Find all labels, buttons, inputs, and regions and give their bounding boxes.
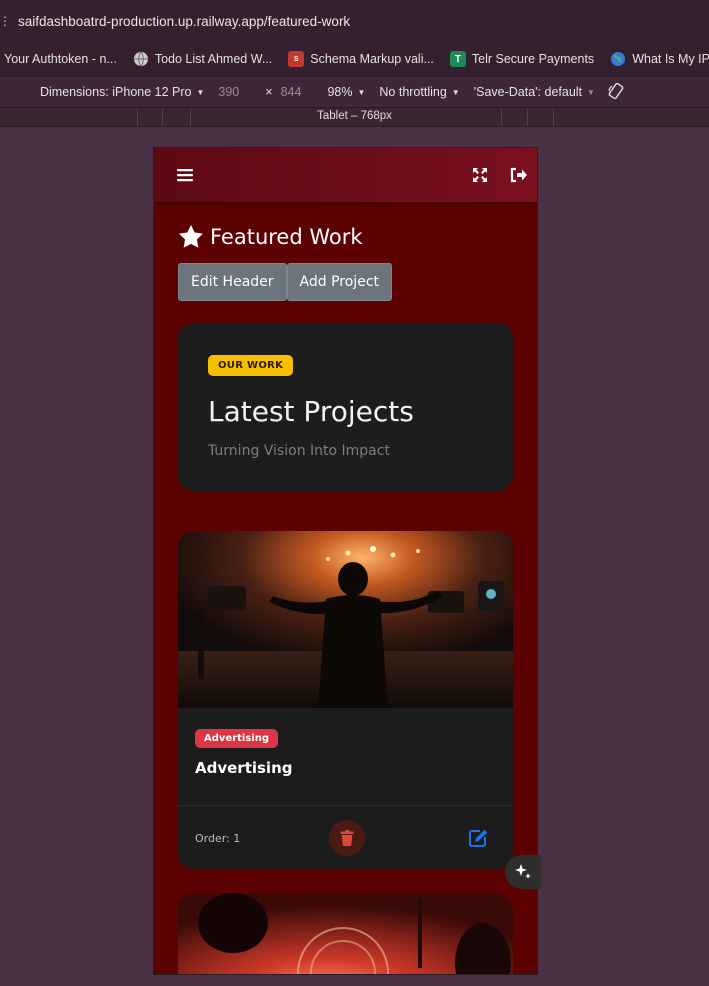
bookmark-label: What Is My IP Add [632, 52, 709, 66]
header-actions: Edit Header Add Project [178, 263, 393, 301]
bookmark-label: Todo List Ahmed W... [154, 52, 273, 66]
fullscreen-icon[interactable] [467, 162, 493, 188]
project-card: Advertising Advertising Order: 1 [178, 531, 513, 869]
zoom-label: 98% [327, 85, 353, 99]
site-info-icon[interactable]: ⋮ [0, 0, 11, 42]
dimension-times: × [265, 85, 273, 99]
bookmark-item[interactable]: What Is My IP Add [606, 51, 709, 67]
hero-subtitle: Turning Vision Into Impact [208, 443, 390, 459]
edit-header-button[interactable]: Edit Header [178, 263, 287, 301]
width-input[interactable]: 390 [218, 85, 239, 99]
hero-card: OUR WORK Latest Projects Turning Vision … [178, 323, 513, 491]
bookmark-item[interactable]: T Telr Secure Payments [446, 51, 606, 67]
project-image [178, 531, 513, 708]
star-icon [179, 224, 203, 248]
bookmark-item[interactable]: Your Authtoken - n... [0, 52, 129, 66]
page-title: Featured Work [178, 224, 363, 249]
ai-assistant-button[interactable] [505, 855, 541, 889]
bookmark-label: Schema Markup vali... [310, 52, 434, 66]
throttle-label: No throttling [379, 85, 447, 99]
bookmark-label: Telr Secure Payments [471, 52, 595, 66]
menu-icon[interactable] [172, 162, 198, 188]
hero-badge: OUR WORK [208, 355, 294, 376]
add-project-button[interactable]: Add Project [286, 263, 393, 301]
caret-down-icon: ▼ [196, 87, 205, 97]
category-badge: Advertising [195, 729, 278, 748]
globe-color-icon [610, 51, 626, 67]
ruler-label: Tablet – 768px [317, 110, 392, 122]
caret-down-icon: ▼ [451, 87, 460, 97]
device-select[interactable]: Dimensions: iPhone 12 Pro ▼ [40, 85, 204, 99]
schema-icon: S [288, 51, 305, 67]
project-order: Order: 1 [195, 832, 241, 845]
bookmark-item[interactable]: Todo List Ahmed W... [129, 51, 284, 67]
telr-icon: T [449, 51, 466, 67]
sparkle-icon [515, 864, 531, 879]
device-toolbar: Dimensions: iPhone 12 Pro ▼ 390 × 844 98… [0, 77, 709, 108]
height-input[interactable]: 844 [281, 85, 302, 99]
delete-button[interactable] [329, 820, 365, 856]
device-select-label: Dimensions: iPhone 12 Pro [40, 85, 192, 99]
save-data-label: 'Save-Data': default [473, 85, 583, 99]
save-data-select[interactable]: 'Save-Data': default ▼ [474, 85, 595, 99]
throttle-select[interactable]: No throttling ▼ [379, 85, 459, 99]
caret-down-icon: ▼ [357, 87, 366, 97]
url-text[interactable]: saifdashboatrd-production.up.railway.app… [18, 14, 350, 29]
project-image [178, 893, 513, 974]
logout-icon[interactable] [506, 162, 532, 188]
caret-down-icon: ▼ [587, 87, 595, 97]
browser-url-bar[interactable]: ⋮ saifdashboatrd-production.up.railway.a… [0, 0, 709, 43]
rotate-icon[interactable] [607, 82, 625, 103]
edit-button[interactable] [467, 827, 489, 849]
edit-icon [468, 829, 487, 847]
project-card [178, 893, 513, 974]
globe-icon [133, 51, 149, 67]
trash-icon [340, 830, 354, 846]
project-title: Advertising [195, 759, 293, 777]
app-topbar [154, 148, 537, 202]
device-viewport: Featured Work Edit Header Add Project OU… [153, 147, 538, 975]
hero-title: Latest Projects [208, 395, 414, 428]
bookmark-label: Your Authtoken - n... [4, 52, 117, 66]
zoom-select[interactable]: 98% ▼ [327, 85, 365, 99]
bookmarks-bar: Your Authtoken - n... Todo List Ahmed W.… [0, 42, 709, 77]
media-query-ruler[interactable]: Tablet – 768px [0, 108, 709, 127]
bookmark-item[interactable]: S Schema Markup vali... [284, 51, 446, 67]
divider [178, 805, 513, 806]
page-title-text: Featured Work [210, 224, 363, 249]
